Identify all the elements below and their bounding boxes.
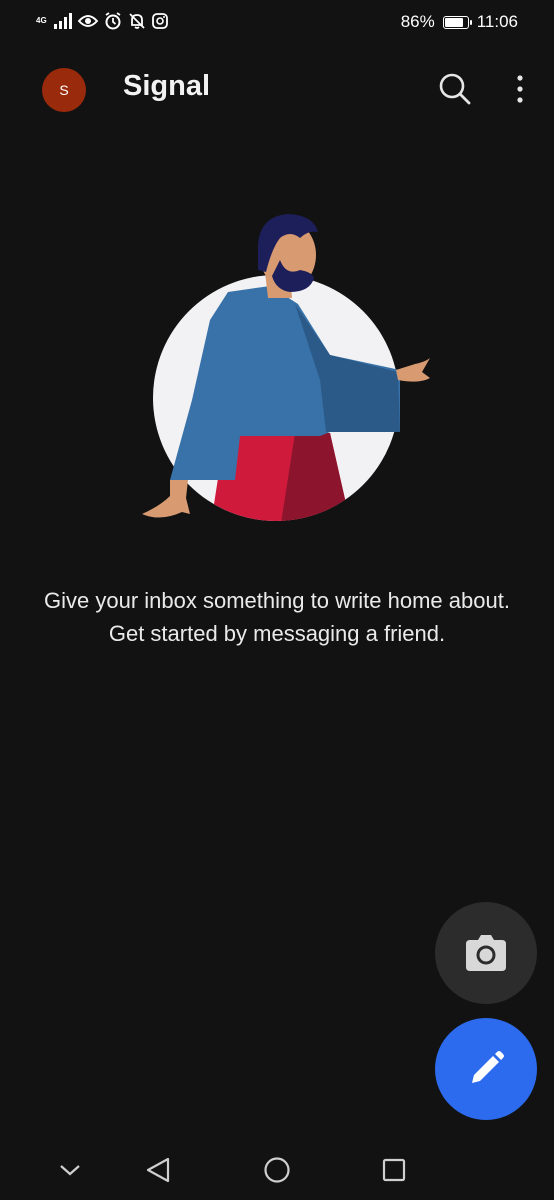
recents-icon — [382, 1158, 406, 1182]
nav-recents-button[interactable] — [378, 1154, 410, 1186]
nav-collapse-button[interactable] — [54, 1154, 86, 1186]
app-bar: S Signal — [0, 56, 554, 126]
battery-percentage: 86% — [400, 12, 435, 31]
clock: 11:06 — [476, 12, 518, 31]
home-icon — [264, 1157, 290, 1183]
eye-icon — [78, 15, 98, 27]
instagram-icon — [152, 13, 168, 29]
battery-icon — [442, 15, 472, 29]
chevron-down-icon — [60, 1165, 80, 1176]
system-navigation-bar — [0, 1140, 554, 1200]
search-button[interactable] — [436, 70, 474, 108]
search-icon — [439, 73, 471, 105]
status-icons: 4G — [36, 12, 168, 30]
battery-level — [444, 17, 464, 27]
status-right: 86% 11:06 — [401, 12, 518, 32]
nav-home-button[interactable] — [261, 1154, 293, 1186]
pencil-icon — [472, 1051, 504, 1083]
empty-state-message: Give your inbox something to write home … — [44, 588, 510, 646]
app-title: Signal — [123, 70, 211, 102]
avatar-initial: S — [59, 82, 69, 98]
profile-avatar[interactable]: S — [42, 68, 86, 112]
signal-icon — [54, 13, 72, 29]
camera-icon — [466, 935, 506, 971]
compose-button[interactable] — [435, 1018, 537, 1120]
more-vert-icon — [517, 75, 523, 103]
alarm-icon — [105, 12, 121, 30]
status-bar: 4G 86% 11:06 — [0, 0, 554, 46]
notifications-off-icon — [129, 13, 145, 29]
back-icon — [146, 1157, 170, 1183]
nav-back-button[interactable] — [142, 1154, 174, 1186]
camera-button[interactable] — [435, 902, 537, 1004]
more-options-button[interactable] — [506, 70, 534, 108]
empty-inbox-illustration — [130, 200, 440, 530]
network-type-label: 4G — [36, 16, 47, 25]
